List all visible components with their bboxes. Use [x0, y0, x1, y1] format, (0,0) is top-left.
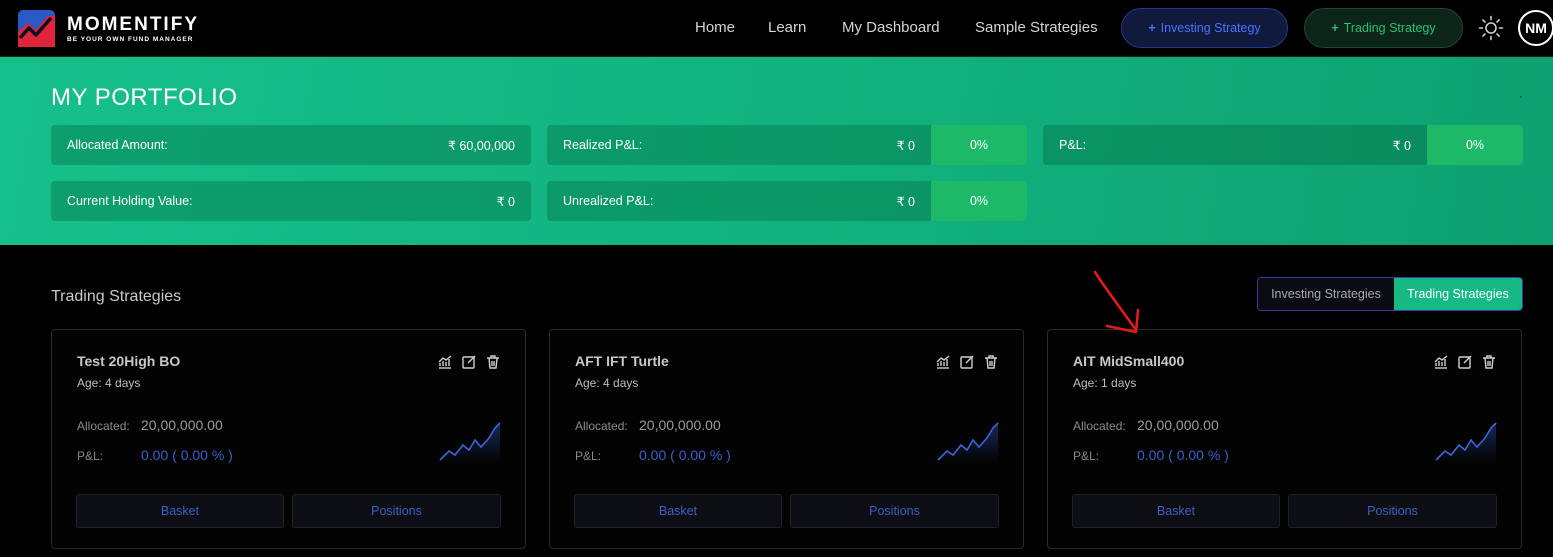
chart-icon[interactable] — [1433, 354, 1449, 370]
section-title: Trading Strategies — [51, 288, 182, 305]
nav-sample-strategies-link[interactable]: Sample Strategies — [975, 19, 1098, 36]
stat-percent: 0% — [931, 181, 1027, 221]
portfolio-banner: MY PORTFOLIO Allocated Amount: ₹ 60,00,0… — [0, 57, 1553, 245]
decorative-dot — [1520, 96, 1522, 98]
nav-home-link[interactable]: Home — [695, 19, 735, 36]
sun-icon[interactable] — [1478, 15, 1504, 41]
edit-icon[interactable] — [959, 354, 975, 370]
positions-button[interactable]: Positions — [292, 494, 501, 528]
basket-button[interactable]: Basket — [574, 494, 782, 528]
pnl-label: P&L: — [575, 449, 602, 463]
allocated-amount-stat: Allocated Amount: ₹ 60,00,000 — [51, 125, 531, 165]
stat-label: Unrealized P&L: — [563, 194, 654, 208]
trading-strategies-tab[interactable]: Trading Strategies — [1393, 278, 1522, 310]
delete-icon[interactable] — [983, 354, 999, 370]
positions-button[interactable]: Positions — [1288, 494, 1497, 528]
pnl-value: 0.00 ( 0.00 % ) — [1137, 447, 1229, 463]
strategy-age: Age: 1 days — [1073, 376, 1137, 390]
stat-label: Realized P&L: — [563, 138, 643, 152]
stat-value: ₹ 0 — [1392, 138, 1411, 153]
user-avatar[interactable]: NM — [1518, 10, 1553, 46]
brand-tagline: BE YOUR OWN FUND MANAGER — [67, 35, 194, 43]
add-investing-strategy-label: Investing Strategy — [1160, 21, 1261, 35]
strategy-age: Age: 4 days — [575, 376, 639, 390]
add-trading-strategy-label: Trading Strategy — [1343, 21, 1436, 35]
sparkline-chart — [439, 422, 501, 462]
strategy-name: AIT MidSmall400 — [1073, 353, 1185, 369]
stat-value: ₹ 0 — [896, 138, 915, 153]
strategy-age: Age: 4 days — [77, 376, 141, 390]
portfolio-title: MY PORTFOLIO — [51, 84, 238, 111]
allocated-label: Allocated: — [77, 419, 130, 433]
strategy-name: AFT IFT Turtle — [575, 353, 669, 369]
logo-mark-icon — [18, 10, 55, 47]
stat-percent: 0% — [931, 125, 1027, 165]
allocated-value: 20,00,000.00 — [1137, 417, 1219, 433]
stat-value: ₹ 0 — [496, 194, 515, 209]
delete-icon[interactable] — [485, 354, 501, 370]
realized-pnl-stat: Realized P&L: ₹ 0 0% — [547, 125, 1027, 165]
basket-button[interactable]: Basket — [1072, 494, 1280, 528]
pnl-label: P&L: — [77, 449, 104, 463]
investing-strategies-tab[interactable]: Investing Strategies — [1258, 278, 1394, 310]
sparkline-chart — [1435, 422, 1497, 462]
strategy-card: Test 20High BO Age: 4 days Allocated: 20… — [51, 329, 526, 549]
strategy-card: AIT MidSmall400 Age: 1 days Allocated: 2… — [1047, 329, 1522, 549]
sparkline-chart — [937, 422, 999, 462]
add-trading-strategy-button[interactable]: + Trading Strategy — [1304, 8, 1463, 48]
allocated-value: 20,00,000.00 — [141, 417, 223, 433]
stat-value: ₹ 60,00,000 — [447, 138, 515, 153]
delete-icon[interactable] — [1481, 354, 1497, 370]
stat-label: Allocated Amount: — [67, 138, 168, 152]
strategy-card: AFT IFT Turtle Age: 4 days Allocated: 20… — [549, 329, 1024, 549]
stat-value: ₹ 0 — [896, 194, 915, 209]
total-pnl-stat: P&L: ₹ 0 0% — [1043, 125, 1523, 165]
edit-icon[interactable] — [461, 354, 477, 370]
edit-icon[interactable] — [1457, 354, 1473, 370]
plus-icon: + — [1331, 21, 1339, 35]
unrealized-pnl-stat: Unrealized P&L: ₹ 0 0% — [547, 181, 1027, 221]
nav-learn-link[interactable]: Learn — [768, 19, 806, 36]
pnl-value: 0.00 ( 0.00 % ) — [639, 447, 731, 463]
plus-icon: + — [1148, 21, 1156, 35]
red-arrow-annotation — [1093, 270, 1140, 334]
nav-my-dashboard-link[interactable]: My Dashboard — [842, 19, 940, 36]
allocated-value: 20,00,000.00 — [639, 417, 721, 433]
brand-name: MOMENTIFY — [67, 13, 199, 35]
allocated-label: Allocated: — [575, 419, 628, 433]
stat-label: P&L: — [1059, 138, 1087, 152]
basket-button[interactable]: Basket — [76, 494, 284, 528]
top-navbar: MOMENTIFY BE YOUR OWN FUND MANAGER Home … — [0, 0, 1553, 57]
chart-icon[interactable] — [437, 354, 453, 370]
stat-label: Current Holding Value: — [67, 194, 193, 208]
current-holding-stat: Current Holding Value: ₹ 0 — [51, 181, 531, 221]
allocated-label: Allocated: — [1073, 419, 1126, 433]
strategy-type-toggle: Investing Strategies Trading Strategies — [1257, 277, 1523, 311]
add-investing-strategy-button[interactable]: + Investing Strategy — [1121, 8, 1288, 48]
pnl-value: 0.00 ( 0.00 % ) — [141, 447, 233, 463]
strategy-name: Test 20High BO — [77, 353, 181, 369]
positions-button[interactable]: Positions — [790, 494, 999, 528]
pnl-label: P&L: — [1073, 449, 1100, 463]
stat-percent: 0% — [1427, 125, 1523, 165]
chart-icon[interactable] — [935, 354, 951, 370]
brand-logo[interactable]: MOMENTIFY BE YOUR OWN FUND MANAGER — [18, 10, 199, 47]
